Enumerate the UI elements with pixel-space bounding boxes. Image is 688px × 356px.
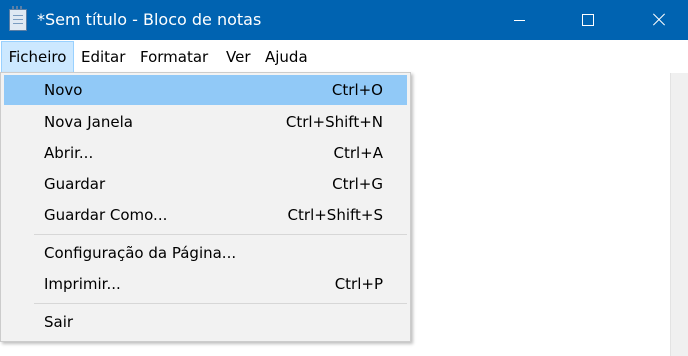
window-title: *Sem título - Bloco de notas	[37, 10, 262, 29]
notepad-icon[interactable]	[9, 6, 27, 31]
menu-item-shortcut: Ctrl+A	[333, 144, 383, 162]
menu-item-shortcut: Ctrl+Shift+N	[285, 113, 383, 131]
menu-item-abrir[interactable]: Abrir... Ctrl+A	[4, 138, 407, 168]
menu-item-guardar[interactable]: Guardar Ctrl+G	[4, 169, 407, 199]
menu-editar[interactable]: Editar	[81, 41, 125, 73]
file-menu-dropdown: Novo Ctrl+O Nova Janela Ctrl+Shift+N Abr…	[0, 72, 411, 342]
menu-formatar[interactable]: Formatar	[140, 41, 208, 73]
menu-item-label: Nova Janela	[44, 113, 133, 131]
menu-separator	[34, 234, 407, 235]
menu-separator	[34, 303, 407, 304]
menu-item-label: Sair	[44, 313, 74, 331]
minimize-button[interactable]	[496, 0, 542, 40]
menu-item-guardar-como[interactable]: Guardar Como... Ctrl+Shift+S	[4, 200, 407, 230]
menu-item-novo[interactable]: Novo Ctrl+O	[4, 75, 407, 105]
menu-item-label: Imprimir...	[44, 275, 121, 293]
menu-ficheiro[interactable]: Ficheiro	[1, 41, 74, 73]
menu-item-label: Abrir...	[44, 144, 94, 162]
title-bar: *Sem título - Bloco de notas	[0, 0, 688, 40]
menu-item-nova-janela[interactable]: Nova Janela Ctrl+Shift+N	[4, 107, 407, 137]
menu-item-label: Guardar	[44, 175, 106, 193]
menu-item-shortcut: Ctrl+O	[331, 81, 383, 99]
maximize-icon	[582, 14, 594, 26]
close-button[interactable]	[636, 0, 682, 40]
close-icon	[652, 13, 666, 27]
menu-item-shortcut: Ctrl+P	[334, 275, 383, 293]
menu-item-shortcut: Ctrl+Shift+S	[287, 206, 383, 224]
menu-ajuda[interactable]: Ajuda	[265, 41, 308, 73]
vertical-scrollbar[interactable]	[670, 73, 688, 356]
menu-item-label: Configuração da Página...	[44, 244, 237, 262]
menu-item-label: Guardar Como...	[44, 206, 168, 224]
menu-item-sair[interactable]: Sair	[4, 307, 407, 337]
maximize-button[interactable]	[565, 0, 611, 40]
minimize-icon	[513, 19, 525, 21]
menu-bar: Ficheiro Editar Formatar Ver Ajuda	[0, 41, 688, 73]
menu-item-label: Novo	[44, 81, 83, 99]
menu-item-configuracao-pagina[interactable]: Configuração da Página...	[4, 238, 407, 268]
menu-item-shortcut: Ctrl+G	[332, 175, 383, 193]
menu-item-imprimir[interactable]: Imprimir... Ctrl+P	[4, 269, 407, 299]
menu-ver[interactable]: Ver	[226, 41, 251, 73]
